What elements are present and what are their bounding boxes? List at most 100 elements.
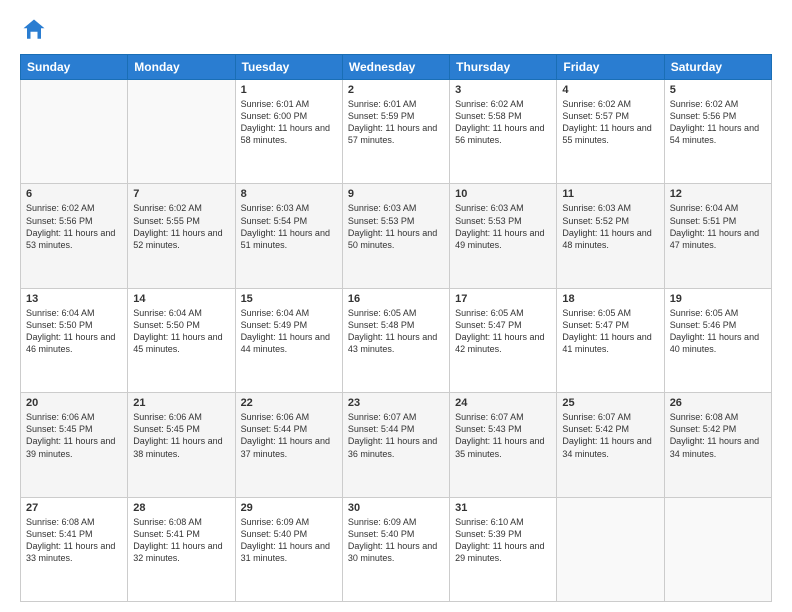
day-detail-line: Daylight: 11 hours and 45 minutes.	[133, 331, 229, 355]
day-detail-line: Sunset: 5:42 PM	[670, 423, 766, 435]
day-detail-line: Sunset: 5:50 PM	[133, 319, 229, 331]
calendar-day-cell: 9Sunrise: 6:03 AMSunset: 5:53 PMDaylight…	[342, 184, 449, 288]
day-number: 29	[241, 502, 337, 514]
calendar-day-cell: 21Sunrise: 6:06 AMSunset: 5:45 PMDayligh…	[128, 393, 235, 497]
day-detail-line: Sunrise: 6:08 AM	[26, 516, 122, 528]
day-detail-line: Sunrise: 6:09 AM	[348, 516, 444, 528]
day-details: Sunrise: 6:09 AMSunset: 5:40 PMDaylight:…	[241, 516, 337, 565]
calendar-day-cell: 10Sunrise: 6:03 AMSunset: 5:53 PMDayligh…	[450, 184, 557, 288]
day-detail-line: Sunset: 5:54 PM	[241, 215, 337, 227]
day-number: 2	[348, 84, 444, 96]
day-details: Sunrise: 6:02 AMSunset: 5:55 PMDaylight:…	[133, 202, 229, 251]
day-details: Sunrise: 6:05 AMSunset: 5:46 PMDaylight:…	[670, 307, 766, 356]
day-detail-line: Sunrise: 6:06 AM	[133, 411, 229, 423]
day-details: Sunrise: 6:03 AMSunset: 5:53 PMDaylight:…	[455, 202, 551, 251]
day-details: Sunrise: 6:05 AMSunset: 5:47 PMDaylight:…	[562, 307, 658, 356]
day-detail-line: Sunrise: 6:03 AM	[241, 202, 337, 214]
day-detail-line: Daylight: 11 hours and 49 minutes.	[455, 227, 551, 251]
calendar-week-row: 20Sunrise: 6:06 AMSunset: 5:45 PMDayligh…	[21, 393, 772, 497]
day-details: Sunrise: 6:07 AMSunset: 5:42 PMDaylight:…	[562, 411, 658, 460]
calendar-day-cell: 23Sunrise: 6:07 AMSunset: 5:44 PMDayligh…	[342, 393, 449, 497]
day-details: Sunrise: 6:07 AMSunset: 5:44 PMDaylight:…	[348, 411, 444, 460]
day-details: Sunrise: 6:08 AMSunset: 5:42 PMDaylight:…	[670, 411, 766, 460]
day-detail-line: Sunset: 5:42 PM	[562, 423, 658, 435]
day-number: 6	[26, 188, 122, 200]
calendar-day-cell: 14Sunrise: 6:04 AMSunset: 5:50 PMDayligh…	[128, 288, 235, 392]
page: SundayMondayTuesdayWednesdayThursdayFrid…	[0, 0, 792, 612]
day-detail-line: Sunset: 5:59 PM	[348, 110, 444, 122]
day-detail-line: Sunset: 5:47 PM	[562, 319, 658, 331]
day-detail-line: Daylight: 11 hours and 52 minutes.	[133, 227, 229, 251]
calendar-day-cell: 29 Sunrise: 6:09 AMSunset: 5:40 PMDayligh…	[235, 497, 342, 601]
day-number: 3	[455, 84, 551, 96]
day-details: Sunrise: 6:08 AMSunset: 5:41 PMDaylight:…	[26, 516, 122, 565]
day-detail-line: Sunrise: 6:05 AM	[670, 307, 766, 319]
day-detail-line: Daylight: 11 hours and 44 minutes.	[241, 331, 337, 355]
day-detail-line: Sunrise: 6:02 AM	[455, 98, 551, 110]
calendar-week-row: 6 Sunrise: 6:02 AMSunset: 5:56 PMDaylight…	[21, 184, 772, 288]
calendar-day-cell: 6 Sunrise: 6:02 AMSunset: 5:56 PMDaylight…	[21, 184, 128, 288]
day-detail-line: Sunset: 5:44 PM	[348, 423, 444, 435]
day-detail-line: Sunset: 5:46 PM	[670, 319, 766, 331]
day-number: 12	[670, 188, 766, 200]
day-details: Sunrise: 6:03 AMSunset: 5:54 PMDaylight:…	[241, 202, 337, 251]
header	[20, 16, 772, 44]
calendar-day-cell: 16Sunrise: 6:05 AMSunset: 5:48 PMDayligh…	[342, 288, 449, 392]
day-detail-line: Sunrise: 6:02 AM	[670, 98, 766, 110]
day-detail-line: Sunrise: 6:04 AM	[670, 202, 766, 214]
calendar-day-cell: 19Sunrise: 6:05 AMSunset: 5:46 PMDayligh…	[664, 288, 771, 392]
day-detail-line: Sunset: 5:53 PM	[455, 215, 551, 227]
calendar-day-cell: 30 Sunrise: 6:09 AMSunset: 5:40 PMDayligh…	[342, 497, 449, 601]
day-detail-line: Sunrise: 6:07 AM	[562, 411, 658, 423]
day-number: 5	[670, 84, 766, 96]
day-detail-line: Sunset: 5:56 PM	[670, 110, 766, 122]
day-number: 25	[562, 397, 658, 409]
calendar-day-cell: 26Sunrise: 6:08 AMSunset: 5:42 PMDayligh…	[664, 393, 771, 497]
day-detail-line: Daylight: 11 hours and 57 minutes.	[348, 122, 444, 146]
day-number: 17	[455, 293, 551, 305]
calendar-day-cell: 27Sunrise: 6:08 AMSunset: 5:41 PMDayligh…	[21, 497, 128, 601]
day-detail-line: Sunrise: 6:05 AM	[562, 307, 658, 319]
day-details: Sunrise: 6:04 AMSunset: 5:51 PMDaylight:…	[670, 202, 766, 251]
calendar-day-cell: 31 Sunrise: 6:10 AMSunset: 5:39 PMDayligh…	[450, 497, 557, 601]
calendar-day-cell: 24Sunrise: 6:07 AMSunset: 5:43 PMDayligh…	[450, 393, 557, 497]
day-detail-line: Daylight: 11 hours and 39 minutes.	[26, 435, 122, 459]
calendar-day-header: Friday	[557, 55, 664, 80]
day-detail-line: Sunset: 5:41 PM	[26, 528, 122, 540]
calendar-week-row: 1Sunrise: 6:01 AMSunset: 6:00 PMDaylight…	[21, 80, 772, 184]
day-number: 21	[133, 397, 229, 409]
day-details: Sunrise: 6:02 AMSunset: 5:57 PMDaylight:…	[562, 98, 658, 147]
day-detail-line: Sunset: 5:44 PM	[241, 423, 337, 435]
day-detail-line: Daylight: 11 hours and 30 minutes.	[348, 540, 444, 564]
day-number: 30	[348, 502, 444, 514]
day-detail-line: Sunset: 5:43 PM	[455, 423, 551, 435]
day-detail-line: Sunrise: 6:05 AM	[348, 307, 444, 319]
day-detail-line: Daylight: 11 hours and 33 minutes.	[26, 540, 122, 564]
calendar-day-cell: 7Sunrise: 6:02 AMSunset: 5:55 PMDaylight…	[128, 184, 235, 288]
day-number: 18	[562, 293, 658, 305]
calendar-day-header: Wednesday	[342, 55, 449, 80]
calendar-day-cell: 4Sunrise: 6:02 AMSunset: 5:57 PMDaylight…	[557, 80, 664, 184]
calendar-day-cell: 17 Sunrise: 6:05 AMSunset: 5:47 PMDayligh…	[450, 288, 557, 392]
day-number: 13	[26, 293, 122, 305]
day-number: 11	[562, 188, 658, 200]
day-detail-line: Sunrise: 6:08 AM	[133, 516, 229, 528]
day-detail-line: Sunset: 6:00 PM	[241, 110, 337, 122]
day-detail-line: Sunset: 5:52 PM	[562, 215, 658, 227]
calendar-week-row: 27Sunrise: 6:08 AMSunset: 5:41 PMDayligh…	[21, 497, 772, 601]
day-details: Sunrise: 6:02 AMSunset: 5:56 PMDaylight:…	[26, 202, 122, 251]
day-details: Sunrise: 6:05 AMSunset: 5:47 PMDaylight:…	[455, 307, 551, 356]
calendar-day-cell: 13Sunrise: 6:04 AMSunset: 5:50 PMDayligh…	[21, 288, 128, 392]
day-detail-line: Daylight: 11 hours and 53 minutes.	[26, 227, 122, 251]
day-detail-line: Sunrise: 6:03 AM	[348, 202, 444, 214]
day-details: Sunrise: 6:10 AMSunset: 5:39 PMDaylight:…	[455, 516, 551, 565]
calendar-day-cell: 15Sunrise: 6:04 AMSunset: 5:49 PMDayligh…	[235, 288, 342, 392]
day-number: 31	[455, 502, 551, 514]
day-number: 14	[133, 293, 229, 305]
calendar-day-cell	[128, 80, 235, 184]
day-detail-line: Sunrise: 6:01 AM	[348, 98, 444, 110]
day-detail-line: Sunrise: 6:05 AM	[455, 307, 551, 319]
day-details: Sunrise: 6:09 AMSunset: 5:40 PMDaylight:…	[348, 516, 444, 565]
calendar-day-cell	[21, 80, 128, 184]
day-detail-line: Daylight: 11 hours and 38 minutes.	[133, 435, 229, 459]
